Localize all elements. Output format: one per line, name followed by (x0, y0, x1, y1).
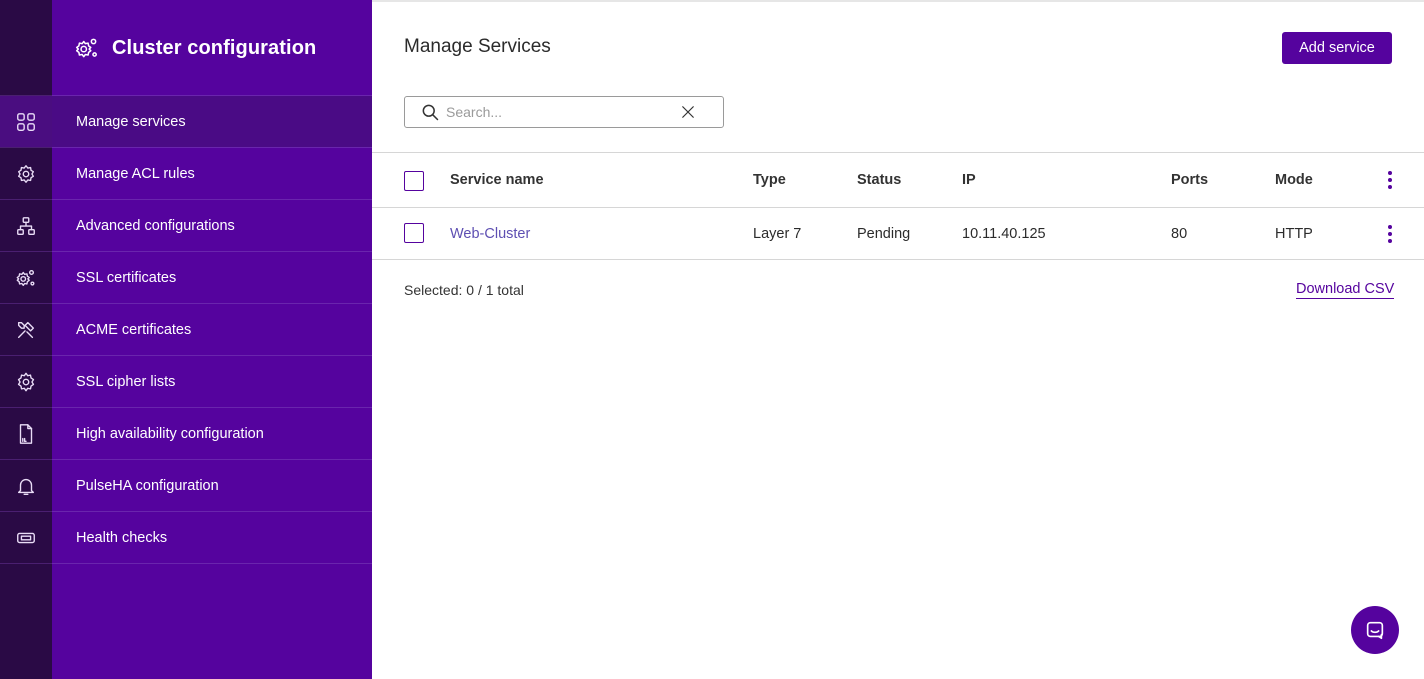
page-title: Manage Services (404, 36, 551, 57)
sidebar-item-ssl-cipher-lists[interactable]: SSL cipher lists (52, 355, 372, 407)
sidebar-item-label: ACME certificates (76, 321, 192, 338)
rail-gear-icon[interactable] (0, 355, 52, 407)
rail-divider (0, 563, 52, 564)
column-header-ports[interactable]: Ports (1171, 153, 1208, 207)
rail-gears-icon[interactable] (0, 251, 52, 303)
selection-summary: Selected: 0 / 1 total (404, 282, 524, 298)
chat-icon (1366, 621, 1384, 640)
sidebar-item-label: Health checks (76, 529, 168, 546)
table-header-row: Service name Type Status IP Ports Mode (372, 152, 1424, 208)
service-type: Layer 7 (753, 225, 802, 242)
sidebar: Cluster configuration Manage services Ma… (52, 0, 372, 679)
column-header-service-name[interactable]: Service name (450, 153, 544, 207)
sidebar-item-acme-certificates[interactable]: ACME certificates (52, 303, 372, 355)
service-mode: HTTP (1275, 225, 1313, 242)
top-divider (372, 0, 1424, 2)
column-header-type[interactable]: Type (753, 153, 786, 207)
rail-network-icon[interactable] (0, 199, 52, 251)
service-ip: 10.11.40.125 (962, 225, 1046, 242)
select-all-checkbox[interactable] (404, 171, 424, 191)
column-header-mode[interactable]: Mode (1275, 153, 1313, 207)
rail-bell-icon[interactable] (0, 459, 52, 511)
cluster-gears-icon (75, 38, 97, 58)
column-header-ip[interactable]: IP (962, 153, 976, 207)
sidebar-item-label: Advanced configurations (76, 217, 235, 234)
add-service-button[interactable]: Add service (1282, 32, 1392, 64)
sidebar-title: Cluster configuration (112, 36, 317, 59)
search-input[interactable] (446, 98, 679, 126)
sidebar-item-ssl-certificates[interactable]: SSL certificates (52, 251, 372, 303)
sidebar-item-high-availability[interactable]: High availability configuration (52, 407, 372, 459)
sidebar-item-manage-acl-rules[interactable]: Manage ACL rules (52, 147, 372, 199)
service-name-link[interactable]: Web-Cluster (450, 208, 530, 259)
clear-search-icon[interactable] (679, 103, 697, 121)
sidebar-item-label: High availability configuration (76, 425, 264, 442)
rail-ticket-icon[interactable] (0, 511, 52, 563)
sidebar-item-label: PulseHA configuration (76, 477, 219, 494)
search-icon (420, 102, 440, 122)
row-checkbox[interactable] (404, 223, 424, 243)
rail-settings-cog-icon[interactable] (0, 147, 52, 199)
sidebar-divider (52, 563, 372, 564)
sidebar-item-label: SSL certificates (76, 269, 177, 286)
search-box (404, 96, 724, 128)
sidebar-item-manage-services[interactable]: Manage services (52, 95, 372, 147)
download-csv-link[interactable]: Download CSV (1296, 281, 1395, 299)
chat-launcher-button[interactable] (1351, 606, 1399, 654)
rail-log-file-icon[interactable] (0, 407, 52, 459)
column-header-status[interactable]: Status (857, 153, 901, 207)
sidebar-item-label: Manage services (76, 113, 186, 130)
app-root: Cluster configuration Manage services Ma… (0, 0, 1424, 679)
row-actions-icon[interactable] (1380, 208, 1400, 259)
sidebar-item-health-checks[interactable]: Health checks (52, 511, 372, 563)
service-status: Pending (857, 225, 911, 242)
sidebar-item-pulseha[interactable]: PulseHA configuration (52, 459, 372, 511)
sidebar-item-label: SSL cipher lists (76, 373, 176, 390)
sidebar-header: Cluster configuration (52, 0, 372, 96)
icon-rail (0, 0, 52, 679)
sidebar-item-advanced-configurations[interactable]: Advanced configurations (52, 199, 372, 251)
column-options-icon[interactable] (1380, 153, 1400, 207)
table-row: Web-Cluster Layer 7 Pending 10.11.40.125… (372, 208, 1424, 260)
rail-tools-icon[interactable] (0, 303, 52, 355)
main-content: Manage Services Add service Service name… (372, 0, 1424, 679)
services-table: Service name Type Status IP Ports Mode W… (372, 152, 1424, 260)
sidebar-item-label: Manage ACL rules (76, 165, 195, 182)
service-ports: 80 (1171, 225, 1188, 242)
rail-grid-icon[interactable] (0, 95, 52, 147)
